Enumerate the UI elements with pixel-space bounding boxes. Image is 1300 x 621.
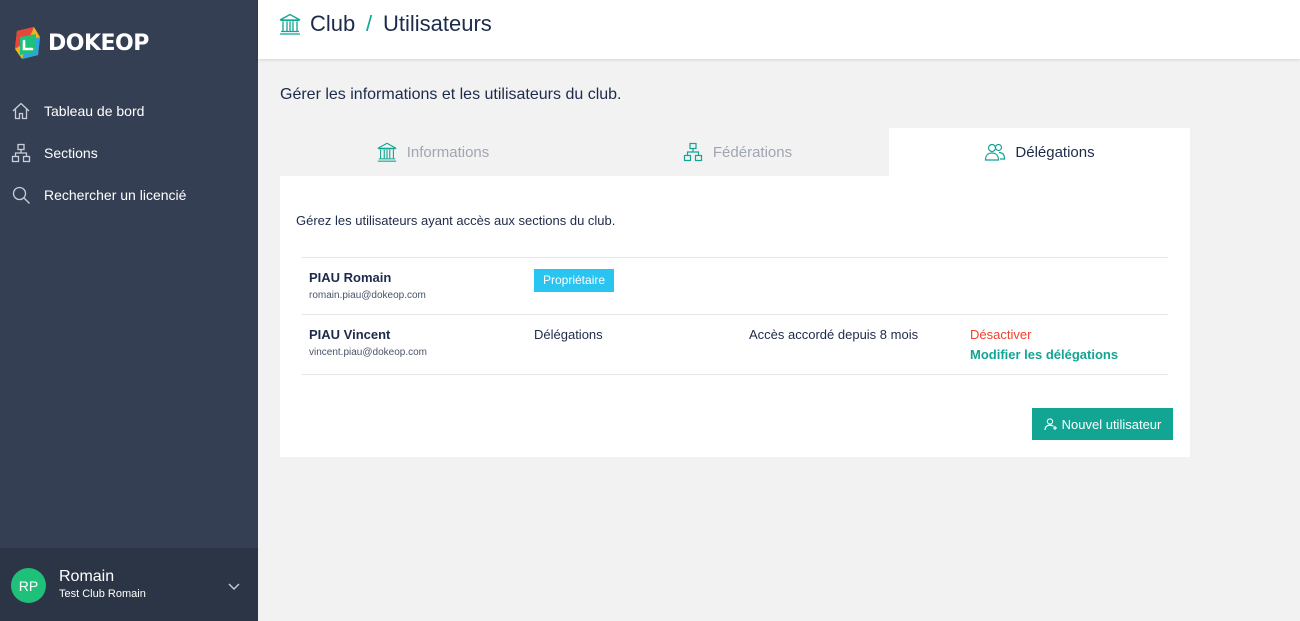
avatar: RP [11,568,46,603]
tab-label: Informations [406,143,490,161]
tab-delegations[interactable]: Délégations [889,128,1190,176]
page-header: Club / Utilisateurs [258,0,1300,59]
chevron-down-icon[interactable] [226,578,242,594]
user-role-cell: Délégations [534,327,603,342]
delegations-card: Gérez les utilisateurs ayant accès aux s… [280,176,1190,457]
tab-label: Fédérations [712,143,793,161]
tab-label: Délégations [1015,143,1095,161]
user-access-cell: Accès accordé depuis 8 mois [749,327,919,342]
breadcrumb-separator: / [366,11,373,36]
sidebar-item-label: Rechercher un licencié [44,187,187,203]
user-email-cell: romain.piau@dokeop.com [309,290,426,301]
table-row: PIAU Romain romain.piau@dokeop.com Propr… [302,258,1168,315]
table-row: PIAU Vincent vincent.piau@dokeop.com Dél… [302,315,1168,375]
home-icon [11,101,31,121]
sitemap-icon [682,141,704,163]
sidebar-item-label: Sections [44,145,98,161]
modify-delegations-link[interactable]: Modifier les délégations [970,347,1118,362]
dokeop-logo-icon [14,27,42,59]
sidebar-item-label: Tableau de bord [44,103,145,119]
user-name: Romain [59,568,115,585]
page-title: Utilisateurs [383,11,492,36]
sidebar-item-dashboard[interactable]: Tableau de bord [0,90,258,132]
sidebar: DOKEOP Tableau de bord Sections Recherch… [0,0,258,621]
user-email-cell: vincent.piau@dokeop.com [309,347,427,358]
user-table: PIAU Romain romain.piau@dokeop.com Propr… [302,257,1168,375]
user-panel[interactable]: RP Romain Test Club Romain [0,548,258,621]
user-name-cell: PIAU Romain [309,270,392,285]
page-description: Gérer les informations et les utilisateu… [280,86,622,103]
breadcrumb-section[interactable]: Club [310,11,355,37]
users-icon [984,141,1006,163]
bank-icon [278,12,302,36]
tab-federations[interactable]: Fédérations [585,128,889,176]
user-club: Test Club Romain [59,588,146,600]
new-user-button[interactable]: Nouvel utilisateur [1032,408,1173,440]
user-name-cell: PIAU Vincent [309,327,391,342]
bank-icon [376,141,398,163]
card-description: Gérez les utilisateurs ayant accès aux s… [296,213,616,228]
sidebar-item-search[interactable]: Rechercher un licencié [0,174,258,216]
tabs: Informations Fédérations Délégations [280,128,1190,176]
logo-text: DOKEOP [48,30,149,56]
add-user-icon [1044,417,1058,431]
sidebar-item-sections[interactable]: Sections [0,132,258,174]
tab-informations[interactable]: Informations [280,128,585,176]
sitemap-icon [11,143,31,163]
logo[interactable]: DOKEOP [14,26,149,60]
deactivate-link[interactable]: Désactiver [970,327,1031,342]
new-user-label: Nouvel utilisateur [1061,416,1162,432]
search-icon [11,185,31,205]
sidebar-nav: Tableau de bord Sections Rechercher un l… [0,90,258,216]
owner-badge: Propriétaire [534,269,615,292]
